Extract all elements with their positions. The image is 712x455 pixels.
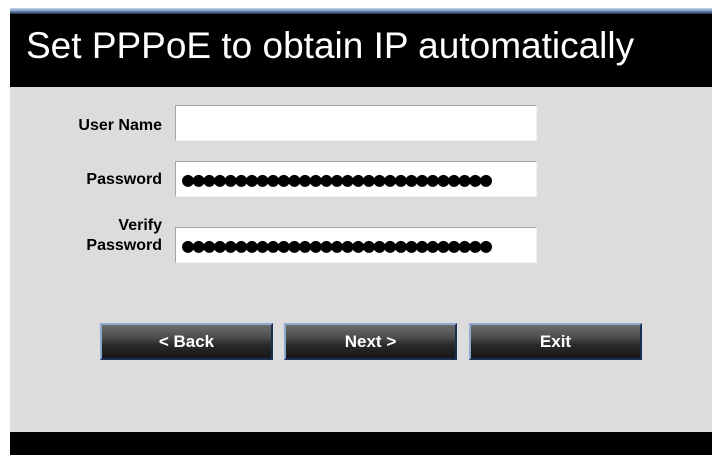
window-top-edge bbox=[10, 8, 712, 14]
verify-password-label: Verify Password bbox=[10, 216, 162, 256]
user-name-label: User Name bbox=[78, 117, 162, 134]
password-label: Password bbox=[86, 171, 162, 188]
verify-password-label-line2: Password bbox=[86, 237, 162, 254]
verify-password-field[interactable]: ●●●●●●●●●●●●●●●●●●●●●●●●●●●●● bbox=[175, 227, 537, 263]
page-title: Set PPPoE to obtain IP automatically bbox=[26, 25, 635, 66]
next-button[interactable]: Next > bbox=[284, 323, 457, 360]
verify-password-label-line1: Verify bbox=[118, 217, 162, 234]
back-button[interactable]: < Back bbox=[100, 323, 273, 360]
wizard-window: Set PPPoE to obtain IP automatically Use… bbox=[10, 8, 712, 455]
exit-button[interactable]: Exit bbox=[469, 323, 642, 360]
user-name-field[interactable] bbox=[175, 105, 537, 141]
bottom-bar bbox=[10, 432, 712, 455]
form-panel: User Name Password ●●●●●●●●●●●●●●●●●●●●●… bbox=[10, 87, 712, 432]
password-field[interactable]: ●●●●●●●●●●●●●●●●●●●●●●●●●●●●● bbox=[175, 161, 537, 197]
